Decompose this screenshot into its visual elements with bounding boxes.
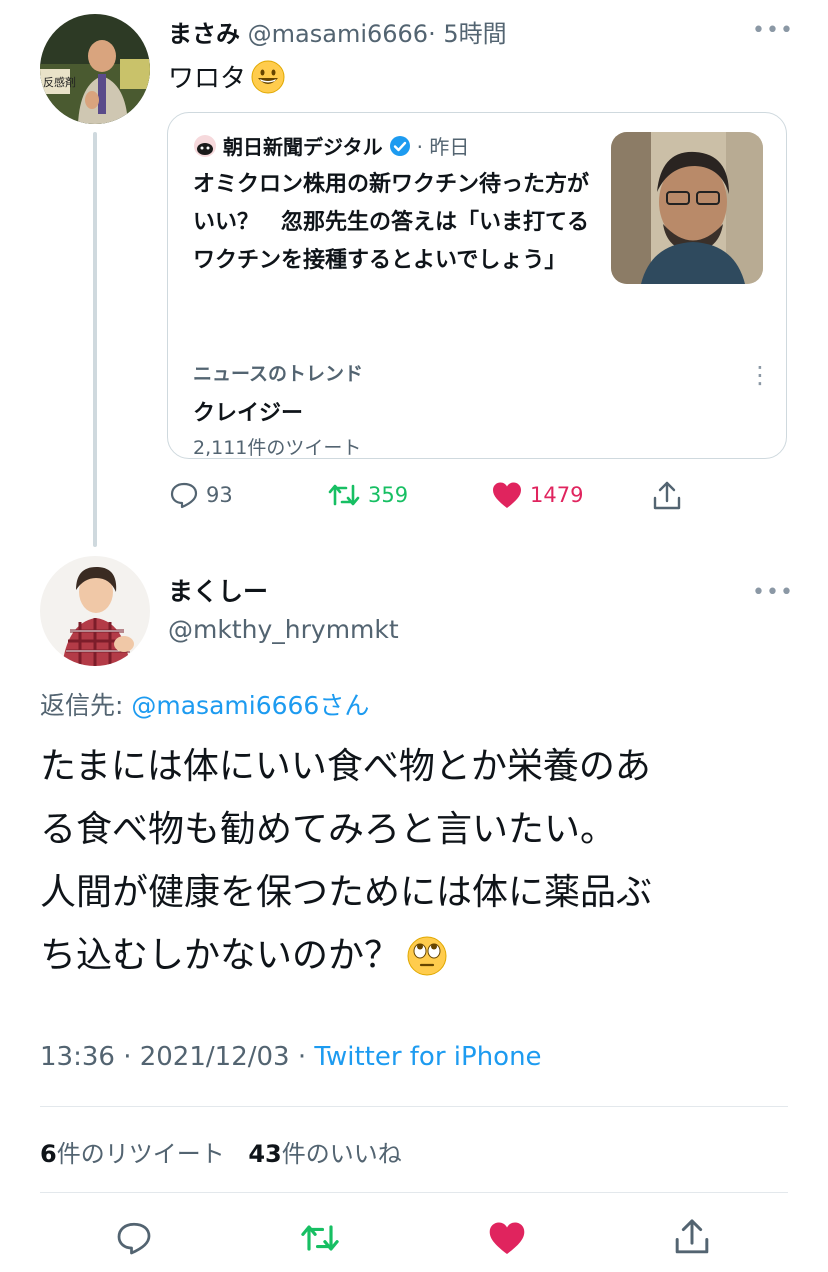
- retweet-icon: [301, 1225, 339, 1251]
- tweet1-like-count: 1479: [530, 483, 584, 507]
- reply-icon: [117, 1222, 151, 1255]
- thread-line: [93, 132, 97, 547]
- retweet-count: 6: [40, 1140, 57, 1168]
- tweet2-text-line-3: 人間が健康を保つためには体に薬品ぶ: [40, 872, 653, 913]
- quoted-tweet-card[interactable]: 朝日新聞デジタル · 昨日 オミクロン株用の新ワクチン待った方がいい？ 忽那先生…: [167, 112, 787, 459]
- tweet1-time: · 5時間: [428, 20, 507, 48]
- retweets-link[interactable]: 6件のリツイート: [40, 1140, 232, 1168]
- tweet1-retweet-button[interactable]: 359: [326, 479, 408, 511]
- divider-top: [40, 1106, 788, 1107]
- quote-thumbnail: [611, 132, 763, 284]
- tweet1-share-button[interactable]: [651, 479, 683, 513]
- tweet2-text-line-2: る食べ物も勧めてみろと言いたい。: [40, 809, 617, 850]
- tweet2-retweet-button[interactable]: [298, 1218, 342, 1262]
- share-icon: [675, 1219, 709, 1254]
- heart-icon: [489, 1222, 525, 1255]
- tweet1-retweet-count: 359: [368, 483, 409, 507]
- quote-source-name: 朝日新聞デジタル: [223, 135, 383, 159]
- tweet2-timestamp: 13:36 · 2021/12/03 · Twitter for iPhone: [40, 1042, 542, 1072]
- trend-label: ニュースのトレンド: [193, 363, 364, 385]
- likes-link[interactable]: 43件のいいね: [248, 1140, 401, 1168]
- engagement-counts: 6件のリツイート 43件のいいね: [40, 1134, 402, 1169]
- tweet1-reply-count: 93: [206, 483, 233, 507]
- divider-bottom: [40, 1192, 788, 1193]
- quote-time: · 昨日: [416, 135, 470, 159]
- retweet-icon: [328, 484, 360, 506]
- reply-to-prefix: 返信先:: [40, 691, 132, 720]
- tweet2-share-button[interactable]: [672, 1216, 712, 1262]
- tweet2-handle[interactable]: @mkthy_hrymmkt: [168, 615, 399, 644]
- avatar-makushi-image: [40, 556, 150, 666]
- tweet2-like-button[interactable]: [486, 1218, 528, 1262]
- quote-headline: オミクロン株用の新ワクチン待った方がいい？ 忽那先生の答えは「いま打てるワクチン…: [193, 172, 590, 273]
- retweet-label: 件のリツイート: [56, 1140, 225, 1168]
- tweet1-handle: @masami6666: [247, 20, 429, 48]
- reply-to-line: 返信先: @masami6666さん: [40, 686, 369, 722]
- trend-title[interactable]: クレイジー: [193, 395, 303, 427]
- tweet2-reply-button[interactable]: [114, 1218, 154, 1262]
- tweet1-text: ワロタ: [168, 64, 247, 94]
- quote-source-row: 朝日新聞デジタル · 昨日: [193, 131, 469, 160]
- tweet1-like-button[interactable]: 1479: [490, 479, 583, 511]
- share-icon: [653, 481, 681, 510]
- face-with-rolling-eyes-icon: [407, 936, 447, 975]
- trend-count: 2,111件のツイート: [193, 437, 362, 459]
- tweet2-text-line-1: たまには体にいい食べ物とか栄養のあ: [40, 746, 651, 787]
- tweet2-client[interactable]: Twitter for iPhone: [314, 1042, 541, 1072]
- tweet1-more-button[interactable]: •••: [752, 18, 794, 43]
- tweet1-reply-button[interactable]: 93: [168, 479, 233, 511]
- tweet2-name[interactable]: まくしー: [168, 572, 268, 608]
- grinning-face-icon: [251, 60, 285, 93]
- avatar-masami-image: 反感剤: [40, 14, 150, 124]
- heart-icon: [493, 482, 521, 508]
- avatar-makushi[interactable]: [40, 556, 150, 666]
- reply-icon: [170, 482, 198, 509]
- tweet2-text-line-4-row: ち込むしかないのか？: [40, 924, 652, 987]
- tweet1-name: まさみ: [168, 20, 240, 48]
- asahi-logo-icon: [194, 134, 216, 157]
- verified-badge-icon: [389, 135, 410, 156]
- trend-more-button[interactable]: ⋮: [748, 361, 772, 389]
- like-label: 件のいいね: [281, 1140, 402, 1168]
- tweet2-time: 13:36 · 2021/12/03 ·: [40, 1042, 315, 1072]
- tweet1-author[interactable]: まさみ @masami6666· 5時間: [168, 14, 507, 49]
- like-count: 43: [248, 1140, 282, 1168]
- tweet2-more-button[interactable]: •••: [752, 580, 794, 605]
- svg-text:反感剤: 反感剤: [43, 75, 76, 89]
- reply-to-handle[interactable]: @masami6666さん: [131, 691, 369, 720]
- avatar-masami[interactable]: 反感剤: [40, 14, 150, 124]
- tweet2-text-line-4: ち込むしかないのか？: [40, 935, 401, 976]
- tweet2-text: たまには体にいい食べ物とか栄養のあ る食べ物も勧めてみろと言いたい。 人間が健康…: [40, 735, 652, 987]
- tweet1-text-row: ワロタ: [168, 58, 286, 95]
- quote-thumbnail-image: [611, 132, 763, 284]
